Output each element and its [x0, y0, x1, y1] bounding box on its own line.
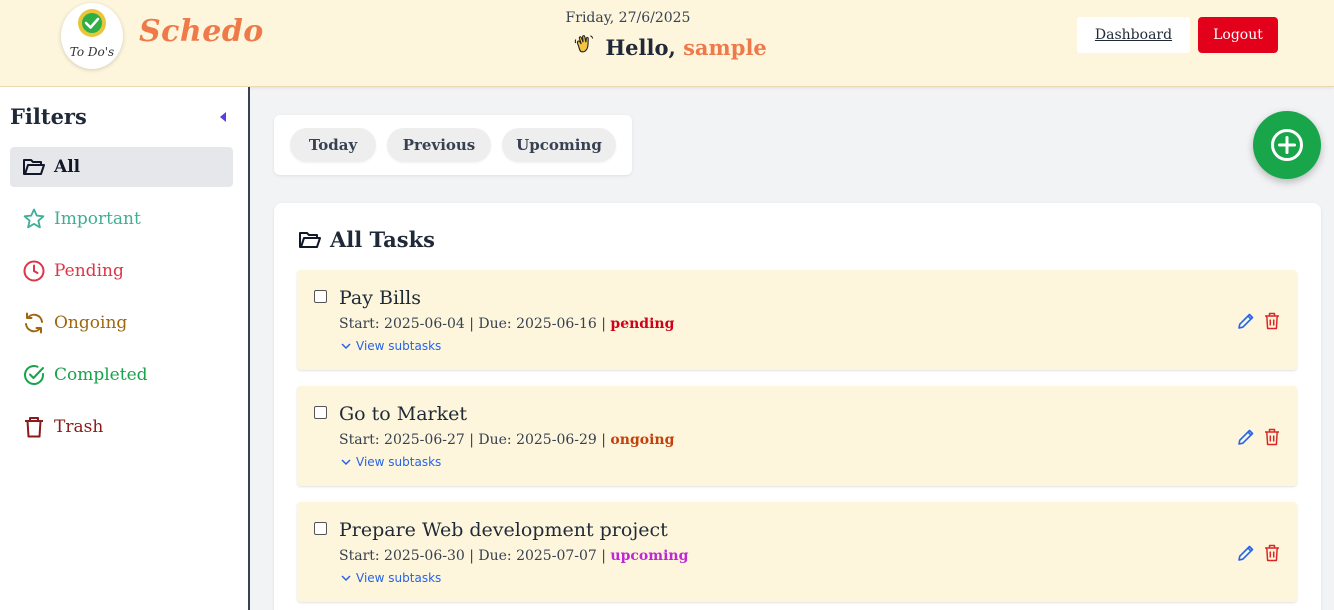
edit-pencil-icon[interactable]: [1237, 544, 1255, 562]
dashboard-button[interactable]: Dashboard: [1077, 17, 1190, 53]
view-subtasks-link[interactable]: View subtasks: [341, 571, 441, 585]
logo-text: To Do's: [70, 45, 114, 59]
filter-ongoing[interactable]: Ongoing: [10, 303, 233, 343]
filter-label: Ongoing: [54, 313, 128, 333]
filter-completed[interactable]: Completed: [10, 355, 233, 395]
collapse-sidebar-icon[interactable]: [220, 112, 226, 122]
filter-label: Pending: [54, 261, 124, 281]
task-card: Prepare Web development project Start: 2…: [297, 502, 1297, 602]
filter-label: Completed: [54, 365, 148, 385]
task-status: ongoing: [610, 432, 675, 448]
filters-title: Filters: [10, 104, 87, 129]
task-checkbox[interactable]: [314, 522, 327, 535]
tasks-panel: All Tasks Pay Bills Start: 2025-06-04 | …: [274, 203, 1321, 610]
task-title: Prepare Web development project: [339, 519, 668, 541]
plus-circle-icon: [1271, 129, 1303, 161]
task-meta: Start: 2025-06-04 | Due: 2025-06-16 | pe…: [339, 316, 674, 332]
tasks-title: All Tasks: [330, 227, 435, 252]
delete-trash-icon[interactable]: [1264, 544, 1280, 562]
edit-pencil-icon[interactable]: [1237, 428, 1255, 446]
task-dates: Start: 2025-06-27 | Due: 2025-06-29 |: [339, 432, 606, 448]
folder-open-icon: [298, 228, 322, 252]
task-checkbox[interactable]: [314, 290, 327, 303]
task-card: Go to Market Start: 2025-06-27 | Due: 20…: [297, 386, 1297, 486]
folder-open-icon: [22, 155, 46, 179]
add-task-button[interactable]: [1253, 111, 1321, 179]
subtasks-label: View subtasks: [356, 455, 442, 469]
subtasks-label: View subtasks: [356, 571, 442, 585]
task-title: Pay Bills: [339, 287, 421, 309]
date-tabs: Today Previous Upcoming: [274, 115, 632, 175]
tasks-heading: All Tasks: [298, 227, 435, 252]
tab-previous[interactable]: Previous: [387, 128, 491, 162]
task-dates: Start: 2025-06-30 | Due: 2025-07-07 |: [339, 548, 606, 564]
task-checkbox[interactable]: [314, 406, 327, 419]
check-circle-icon: [22, 363, 46, 387]
chevron-down-icon: [341, 574, 351, 581]
logout-button[interactable]: Logout: [1198, 17, 1278, 53]
filter-label: Trash: [54, 417, 104, 437]
task-meta: Start: 2025-06-27 | Due: 2025-06-29 | on…: [339, 432, 674, 448]
filter-all[interactable]: All: [10, 147, 233, 187]
filter-label: All: [54, 157, 81, 177]
subtasks-label: View subtasks: [356, 339, 442, 353]
tab-today[interactable]: Today: [290, 128, 376, 162]
current-date: Friday, 27/6/2025: [565, 10, 691, 26]
filter-important[interactable]: Important: [10, 199, 233, 239]
view-subtasks-link[interactable]: View subtasks: [341, 455, 441, 469]
tab-upcoming[interactable]: Upcoming: [502, 128, 616, 162]
task-dates: Start: 2025-06-04 | Due: 2025-06-16 |: [339, 316, 606, 332]
clock-icon: [22, 259, 46, 283]
trash-icon: [22, 415, 46, 439]
filters-sidebar: Filters All Important Pending Ongoing Co…: [0, 87, 250, 610]
delete-trash-icon[interactable]: [1264, 312, 1280, 330]
greeting: Hello, sample: [572, 33, 767, 60]
task-status: upcoming: [610, 548, 689, 564]
chevron-down-icon: [341, 458, 351, 465]
filter-trash[interactable]: Trash: [10, 407, 233, 447]
waving-hand-icon: [572, 33, 598, 60]
star-icon: [22, 207, 46, 231]
top-header: To Do's Schedo Friday, 27/6/2025 Hello, …: [0, 0, 1334, 87]
edit-pencil-icon[interactable]: [1237, 312, 1255, 330]
refresh-icon: [22, 311, 46, 335]
view-subtasks-link[interactable]: View subtasks: [341, 339, 441, 353]
filter-pending[interactable]: Pending: [10, 251, 233, 291]
filter-label: Important: [54, 209, 141, 229]
greeting-text: Hello,: [605, 35, 676, 60]
delete-trash-icon[interactable]: [1264, 428, 1280, 446]
task-title: Go to Market: [339, 403, 468, 425]
task-status: pending: [610, 316, 675, 332]
username: sample: [683, 35, 767, 60]
chevron-down-icon: [341, 342, 351, 349]
task-meta: Start: 2025-06-30 | Due: 2025-07-07 | up…: [339, 548, 688, 564]
task-card: Pay Bills Start: 2025-06-04 | Due: 2025-…: [297, 270, 1297, 370]
